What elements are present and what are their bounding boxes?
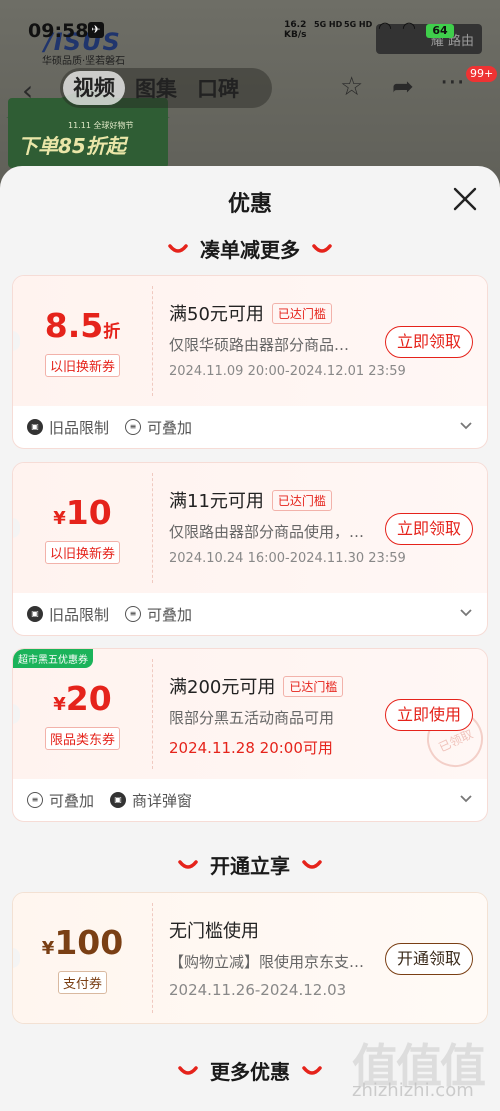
section-header-open: 开通立享 xyxy=(0,850,500,879)
coupon-footer[interactable]: ▣ 旧品限制 ≡ 可叠加 xyxy=(13,593,487,635)
smile-right-icon xyxy=(302,1065,322,1075)
coupon-description: 【购物立减】限使用京东支… xyxy=(169,953,365,971)
smile-left-icon xyxy=(178,1065,198,1075)
section-title: 凑单减更多 xyxy=(200,238,300,262)
coupon-validity: 2024.11.09 20:00-2024.12.01 23:59 xyxy=(169,364,406,379)
close-icon[interactable] xyxy=(452,186,478,212)
coupon-body: 8.5折 以旧换新券 满50元可用 已达门槛 仅限华硕路由器部分商品… 2024.… xyxy=(13,276,487,406)
chevron-down-icon[interactable] xyxy=(459,418,473,432)
signal-2-icon: 5G HD xyxy=(344,20,373,29)
smile-left-icon xyxy=(168,243,188,253)
coupon-body: ¥100 支付券 无门槛使用 【购物立减】限使用京东支… 2024.11.26-… xyxy=(13,893,487,1023)
popup-icon: ▣ xyxy=(110,792,127,808)
sheet-title: 优惠 xyxy=(227,192,272,217)
detail-popup: ▣ 商详弹窗 xyxy=(110,790,192,811)
coupon-condition: 无门槛使用 xyxy=(169,921,259,942)
coupon-validity: 2024.11.26-2024.12.03 xyxy=(169,981,347,999)
coupon-validity: 2024.11.28 20:00可用 xyxy=(169,739,333,757)
old-item-limit: ▣ 旧品限制 xyxy=(27,604,109,625)
stack-icon: ≡ xyxy=(27,792,43,808)
stackable: ≡ 可叠加 xyxy=(27,790,94,811)
coupon-type-tag: 以旧换新券 xyxy=(13,354,152,377)
section-header-bundle: 凑单减更多 xyxy=(0,234,500,263)
signal-1-icon: 5G HD xyxy=(314,20,343,29)
coupon-amount: ¥20 xyxy=(53,679,112,718)
coupon-description: 仅限华硕路由器部分商品… xyxy=(169,336,350,354)
tab-video[interactable]: 视频 xyxy=(63,71,125,105)
limit-icon: ▣ xyxy=(27,419,43,435)
coupon-condition: 满11元可用 已达门槛 xyxy=(169,487,332,513)
supermarket-black-friday-badge: 超市黑五优惠券 xyxy=(13,649,93,668)
app-notification-icon: ✈ xyxy=(88,22,104,38)
tab-reviews[interactable]: 口碑 xyxy=(187,73,249,103)
coupon-card: 超市黑五优惠券 ¥20 限品类东券 满200元可用 已达门槛 限部分黑五活动商品可… xyxy=(12,648,488,822)
status-time: 09:58 xyxy=(28,20,89,42)
coupon-footer[interactable]: ≡ 可叠加 ▣ 商详弹窗 xyxy=(13,779,487,821)
chevron-down-icon[interactable] xyxy=(459,791,473,805)
coupon-type-tag: 限品类东券 xyxy=(13,727,152,750)
stack-icon: ≡ xyxy=(125,606,142,622)
threshold-reached-badge: 已达门槛 xyxy=(271,303,332,324)
media-tabs: 视频 图集 口碑 xyxy=(60,68,272,108)
smile-right-icon xyxy=(312,243,332,253)
favorite-star-icon[interactable]: ☆ xyxy=(340,72,363,102)
coupon-description: 限部分黑五活动商品可用 xyxy=(169,709,335,727)
message-count-badge: 99+ xyxy=(466,66,498,82)
brand-slogan: 华硕品质·坚若磐石 xyxy=(42,56,126,67)
coupon-sheet: 优惠 凑单减更多 8.5折 以旧换新券 满50元可用 已达门槛 仅限华硕路由器部分… xyxy=(0,166,500,1111)
limit-icon: ▣ xyxy=(27,606,43,622)
wifi-2-icon: ◠ xyxy=(402,18,416,37)
section-title: 开通立享 xyxy=(210,854,290,878)
promo-banner-text: 下单85折起 xyxy=(18,134,126,158)
open-claim-button[interactable]: 开通领取 xyxy=(385,943,473,975)
coupon-body: 超市黑五优惠券 ¥20 限品类东券 满200元可用 已达门槛 限部分黑五活动商品可… xyxy=(13,649,487,779)
coupon-type-tag: 以旧换新券 xyxy=(13,541,152,564)
watermark-site: zhizhizhi.com xyxy=(352,1080,474,1101)
share-icon[interactable]: ➦ xyxy=(392,72,414,102)
chevron-down-icon[interactable] xyxy=(459,605,473,619)
coupon-description: 仅限路由器部分商品使用，… xyxy=(169,523,365,541)
coupon-footer[interactable]: ▣ 旧品限制 ≡ 可叠加 xyxy=(13,406,487,448)
stack-icon: ≡ xyxy=(125,419,142,435)
threshold-reached-badge: 已达门槛 xyxy=(271,490,332,511)
coupon-amount: ¥100 xyxy=(41,923,124,962)
claim-button[interactable]: 立即领取 xyxy=(385,513,473,545)
coupon-card: 8.5折 以旧换新券 满50元可用 已达门槛 仅限华硕路由器部分商品… 2024.… xyxy=(12,275,488,449)
coupon-amount: ¥10 xyxy=(53,493,112,532)
smile-left-icon xyxy=(178,859,198,869)
coupon-amount: 8.5折 xyxy=(44,306,121,345)
old-item-limit: ▣ 旧品限制 xyxy=(27,417,109,438)
coupon-validity: 2024.10.24 16:00-2024.11.30 23:59 xyxy=(169,551,406,566)
back-icon[interactable]: ‹ xyxy=(22,74,33,107)
claim-button[interactable]: 立即领取 xyxy=(385,326,473,358)
coupon-condition: 满50元可用 已达门槛 xyxy=(169,300,332,326)
smile-right-icon xyxy=(302,859,322,869)
use-button[interactable]: 立即使用 xyxy=(385,699,473,731)
coupon-card: ¥100 支付券 无门槛使用 【购物立减】限使用京东支… 2024.11.26-… xyxy=(12,892,488,1024)
coupon-type-tag: 支付券 xyxy=(13,971,152,994)
tab-gallery[interactable]: 图集 xyxy=(125,73,187,103)
network-speed: 16.2 KB/s xyxy=(284,20,307,40)
more-icon[interactable]: ··· xyxy=(440,68,465,98)
section-title: 更多优惠 xyxy=(210,1060,290,1084)
wifi-icon: ◠ xyxy=(378,18,392,37)
stackable: ≡ 可叠加 xyxy=(125,417,192,438)
coupon-body: ¥10 以旧换新券 满11元可用 已达门槛 仅限路由器部分商品使用，… 2024.… xyxy=(13,463,487,593)
battery-icon: 64 xyxy=(426,24,454,38)
stackable: ≡ 可叠加 xyxy=(125,604,192,625)
coupon-condition: 满200元可用 已达门槛 xyxy=(169,673,344,699)
threshold-reached-badge: 已达门槛 xyxy=(283,676,344,697)
coupon-card: ¥10 以旧换新券 满11元可用 已达门槛 仅限路由器部分商品使用，… 2024.… xyxy=(12,462,488,636)
